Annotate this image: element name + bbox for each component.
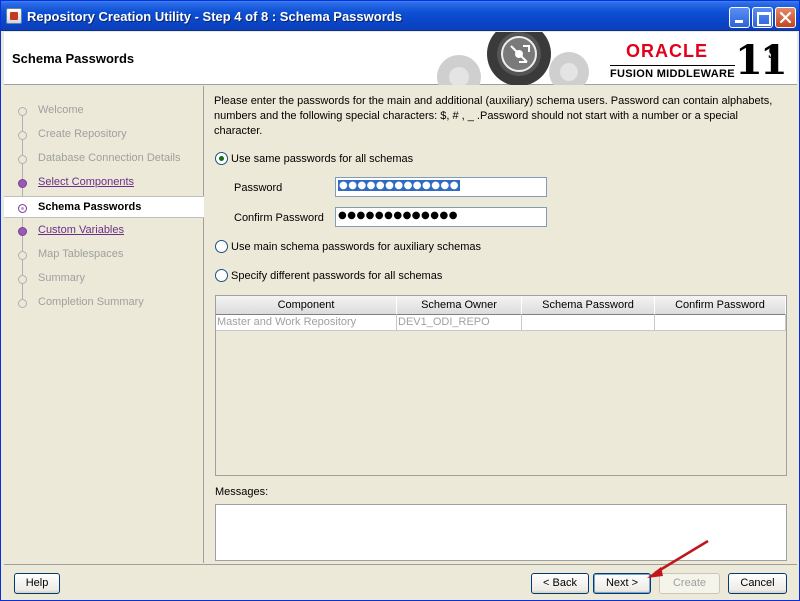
table-row: Master and Work Repository DEV1_ODI_REPO xyxy=(216,315,786,331)
fusion-middleware-label: FUSION MIDDLEWARE xyxy=(610,65,735,80)
cell-component: Master and Work Repository xyxy=(216,315,397,331)
step-dot-icon xyxy=(18,275,27,284)
nav-step-custom-variables[interactable]: Custom Variables xyxy=(4,220,204,242)
column-header-schema-owner[interactable]: Schema Owner xyxy=(397,296,522,315)
password-label: Password xyxy=(234,182,283,194)
cell-confirm-password xyxy=(655,315,786,331)
password-field[interactable]: ●●●●●●●●●●●●● xyxy=(335,177,547,197)
oracle-logo: ORACLE xyxy=(626,41,708,61)
annotation-arrow-icon xyxy=(647,539,709,578)
confirm-password-value: ●●●●●●●●●●●●● xyxy=(338,210,458,221)
instructions-text: Please enter the passwords for the main … xyxy=(214,95,773,137)
nav-step-welcome: Welcome xyxy=(4,100,204,122)
step-dot-icon xyxy=(18,251,27,260)
nav-step-label: Summary xyxy=(38,272,86,284)
column-header-confirm-password[interactable]: Confirm Password xyxy=(655,296,786,315)
same-passwords-option[interactable]: Use same passwords for all schemas xyxy=(215,152,413,165)
nav-step-completion-summary: Completion Summary xyxy=(4,292,204,314)
maximize-button[interactable] xyxy=(752,7,773,28)
help-button[interactable]: Help xyxy=(14,573,60,594)
nav-step-label[interactable]: Select Components xyxy=(38,176,134,188)
nav-step-label: Database Connection Details xyxy=(38,152,181,164)
step-dot-icon xyxy=(18,155,27,164)
version-suffix: g xyxy=(769,38,779,59)
app-icon xyxy=(6,8,22,24)
nav-step-label: Schema Passwords xyxy=(38,201,142,213)
messages-label: Messages: xyxy=(215,486,269,498)
nav-step-label: Welcome xyxy=(38,104,84,116)
window-title: Repository Creation Utility - Step 4 of … xyxy=(27,9,402,24)
radio-button[interactable] xyxy=(215,269,228,282)
header-banner: Schema Passwords ORACLE FUSION MIDDLEWAR… xyxy=(4,32,797,85)
column-header-component[interactable]: Component xyxy=(216,296,397,315)
cell-schema-password xyxy=(522,315,655,331)
step-dot-icon xyxy=(18,227,27,236)
option-label[interactable]: Specify different passwords for all sche… xyxy=(231,270,442,282)
confirm-password-field[interactable]: ●●●●●●●●●●●●● xyxy=(335,207,547,227)
nav-step-label[interactable]: Custom Variables xyxy=(38,224,124,236)
password-value: ●●●●●●●●●●●●● xyxy=(338,180,460,191)
schema-table: Component Schema Owner Schema Password C… xyxy=(215,295,787,476)
nav-step-summary: Summary xyxy=(4,268,204,290)
main-panel: Please enter the passwords for the main … xyxy=(205,86,797,563)
close-icon xyxy=(779,11,792,24)
step-dot-icon xyxy=(18,131,27,140)
nav-step-map-tablespaces: Map Tablespaces xyxy=(4,244,204,266)
minimize-button[interactable] xyxy=(729,7,750,28)
nav-step-create-repository: Create Repository xyxy=(4,124,204,146)
main-schema-passwords-option[interactable]: Use main schema passwords for auxiliary … xyxy=(215,240,481,253)
cancel-button[interactable]: Cancel xyxy=(728,573,787,594)
nav-step-select-components[interactable]: Select Components xyxy=(4,172,204,194)
nav-step-label: Map Tablespaces xyxy=(38,248,124,260)
confirm-password-label: Confirm Password xyxy=(234,212,324,224)
cell-schema-owner: DEV1_ODI_REPO xyxy=(397,315,522,331)
step-dot-icon xyxy=(18,179,27,188)
radio-button[interactable] xyxy=(215,152,228,165)
radio-button[interactable] xyxy=(215,240,228,253)
different-passwords-option[interactable]: Specify different passwords for all sche… xyxy=(215,269,442,282)
close-button[interactable] xyxy=(775,7,796,28)
nav-step-label: Create Repository xyxy=(38,128,127,140)
back-button[interactable]: < Back xyxy=(531,573,589,594)
option-label[interactable]: Use main schema passwords for auxiliary … xyxy=(231,241,481,253)
column-header-schema-password[interactable]: Schema Password xyxy=(522,296,655,315)
option-label[interactable]: Use same passwords for all schemas xyxy=(231,153,413,165)
step-dot-icon xyxy=(18,204,27,213)
title-bar[interactable]: Repository Creation Utility - Step 4 of … xyxy=(1,1,799,31)
steps-nav: Welcome Create Repository Database Conne… xyxy=(4,86,204,563)
step-dot-icon xyxy=(18,107,27,116)
page-title: Schema Passwords xyxy=(12,51,135,66)
nav-step-schema-passwords: Schema Passwords xyxy=(4,196,204,218)
nav-step-database-connection: Database Connection Details xyxy=(4,148,204,170)
gears-graphic xyxy=(419,32,604,85)
rcu-window: Repository Creation Utility - Step 4 of … xyxy=(0,0,800,601)
nav-step-label: Completion Summary xyxy=(38,296,144,308)
table-header: Component Schema Owner Schema Password C… xyxy=(216,296,786,315)
step-dot-icon xyxy=(18,299,27,308)
